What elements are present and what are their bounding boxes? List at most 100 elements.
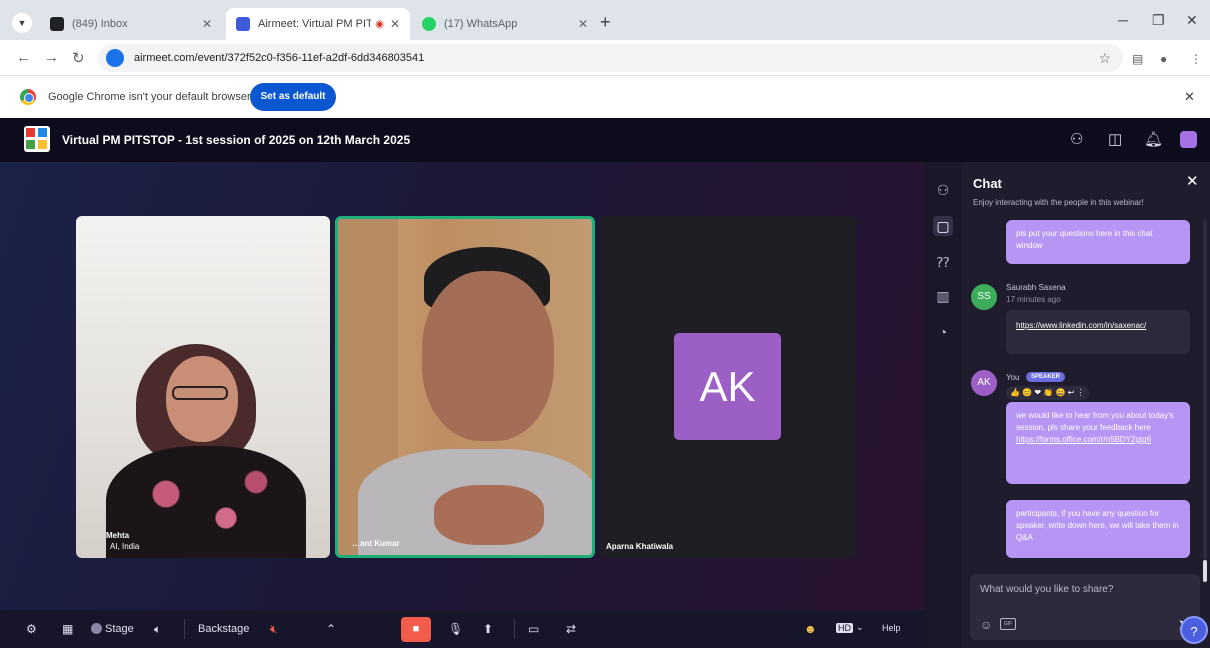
avatar[interactable]: SS	[971, 284, 997, 310]
video-tile-active-speaker[interactable]: …ant Kumar	[335, 216, 595, 558]
close-tab-icon[interactable]: ✕	[578, 17, 588, 31]
chat-message-text: we would like to hear from you about tod…	[1016, 411, 1174, 432]
address-url: airmeet.com/event/372f52c0-f356-11ef-a2d…	[134, 52, 425, 64]
quality-button[interactable]: HD	[836, 623, 853, 633]
set-as-default-button[interactable]: Set as default	[250, 83, 336, 111]
resources-icon[interactable]: ◔	[933, 322, 953, 342]
chat-message: participants, if you have any question f…	[1006, 500, 1190, 558]
gif-icon[interactable]: GIF	[1000, 618, 1016, 630]
minimize-icon[interactable]: ─	[1118, 12, 1128, 28]
backstage-button[interactable]: Backstage	[198, 623, 249, 635]
stage-button[interactable]: Stage	[105, 623, 134, 635]
backstage-muted-icon[interactable]: 🔇︎	[270, 622, 278, 637]
grid-view-icon[interactable]: ▦	[62, 622, 73, 636]
site-info-icon[interactable]	[106, 49, 124, 67]
chat-close-icon[interactable]: ✕	[1186, 172, 1199, 190]
new-tab-icon[interactable]: +	[600, 13, 611, 31]
tab-inbox[interactable]: (849) Inbox ✕	[40, 8, 222, 40]
extensions-icon[interactable]: ▤	[1132, 52, 1143, 66]
participant-org: AI, India	[110, 542, 140, 551]
people-icon[interactable]: ⚇	[933, 180, 953, 200]
chat-link[interactable]: https://www.linkedin.com/in/saxenac/	[1006, 310, 1190, 354]
chevron-up-icon[interactable]: ⌃	[326, 622, 336, 636]
emoji-icon[interactable]: ☺	[980, 618, 992, 632]
close-tab-icon[interactable]: ✕	[390, 17, 400, 31]
divider	[514, 619, 515, 639]
close-tab-icon[interactable]: ✕	[202, 17, 212, 31]
restore-icon[interactable]: ❐	[1152, 12, 1165, 29]
reload-icon[interactable]: ↻	[72, 49, 85, 67]
participant-face	[422, 271, 554, 441]
infobar-message: Google Chrome isn't your default browser	[48, 91, 251, 103]
tab-airmeet[interactable]: Airmeet: Virtual PM PITSTO ◉ ✕	[226, 8, 410, 40]
chat-sender-name: You	[1006, 373, 1020, 382]
chevron-down-icon[interactable]: ⌄	[856, 622, 864, 633]
layout-icon[interactable]: ⚙	[26, 622, 37, 636]
chat-subtitle: Enjoy interacting with the people in thi…	[973, 198, 1144, 207]
reaction-bar[interactable]: 👍 😊 ❤ 👏 😄 ↩ ⋮	[1006, 386, 1089, 400]
forward-icon[interactable]: →	[44, 49, 59, 66]
participant-name: Mehta	[106, 531, 130, 540]
recording-icon: ◉	[375, 18, 384, 30]
bookmark-star-icon[interactable]: ☆	[1098, 50, 1111, 67]
chat-input[interactable]	[980, 584, 1190, 595]
settings-sliders-icon[interactable]: ⇄	[566, 622, 576, 636]
qna-icon[interactable]: ⁇	[933, 252, 953, 272]
event-logo	[24, 126, 50, 152]
event-title: Virtual PM PITSTOP - 1st session of 2025…	[62, 133, 411, 147]
whatsapp-favicon-icon	[422, 17, 436, 31]
address-bar[interactable]: airmeet.com/event/372f52c0-f356-11ef-a2d…	[98, 44, 1123, 72]
chat-scrollbar[interactable]	[1203, 220, 1207, 582]
camera-off-button[interactable]: ■	[401, 617, 431, 642]
speaker-badge: SPEAKER	[1026, 372, 1066, 382]
participant-name: …ant Kumar	[352, 539, 400, 548]
participant-hands	[434, 485, 544, 545]
tab-whatsapp[interactable]: (17) WhatsApp ✕	[412, 8, 598, 40]
browser-tab-strip: ▼ (849) Inbox ✕ Airmeet: Virtual PM PITS…	[0, 0, 1210, 40]
polls-icon[interactable]: ▥	[933, 286, 953, 306]
help-fab-button[interactable]: ?	[1180, 616, 1208, 644]
help-button[interactable]: Help	[882, 623, 901, 633]
glasses-icon	[172, 386, 228, 400]
share-screen-icon[interactable]: ⬆	[483, 622, 493, 636]
event-header: Virtual PM PITSTOP - 1st session of 2025…	[0, 118, 1210, 162]
participant-avatar: AK	[674, 333, 781, 440]
video-tile-participant-1[interactable]: Mehta AI, India	[76, 216, 330, 558]
tab-title: Airmeet: Virtual PM PITSTO	[258, 18, 372, 30]
chat-panel: Chat Enjoy interacting with the people i…	[962, 162, 1210, 648]
chrome-logo-icon	[20, 89, 36, 105]
chat-timestamp: 17 minutes ago	[1006, 295, 1061, 304]
speaker-volume-icon[interactable]: 🔈︎	[154, 622, 161, 637]
microphone-icon[interactable]: 🎙︎	[448, 622, 463, 636]
chat-icon[interactable]: ▢	[933, 216, 953, 236]
chat-sender-name: Saurabh Saxena	[1006, 283, 1066, 292]
window-close-icon[interactable]: ✕	[1186, 12, 1198, 29]
browser-toolbar: ← → ↻ airmeet.com/event/372f52c0-f356-11…	[0, 40, 1210, 76]
gmail-favicon-icon	[50, 17, 64, 31]
tab-search-button[interactable]: ▼	[12, 13, 32, 33]
chrome-menu-icon[interactable]: ⋮	[1190, 52, 1202, 66]
tab-title: (17) WhatsApp	[444, 18, 518, 30]
chat-compose-box: ☺ GIF ➤	[970, 574, 1200, 640]
participant-name: Aparna Khatiwala	[606, 542, 674, 551]
feedback-form-link[interactable]: https://forms.office.com/r/n5BDY2gtg6	[1016, 435, 1151, 444]
captions-icon[interactable]: ▭	[528, 622, 539, 636]
avatar[interactable]: AK	[971, 370, 997, 396]
tab-title: (849) Inbox	[72, 18, 128, 30]
divider	[184, 619, 185, 639]
profile-icon[interactable]: ●	[1160, 52, 1167, 66]
people-icon[interactable]: ⚇	[1070, 130, 1083, 148]
chat-title: Chat	[973, 176, 1002, 191]
control-bar: ⚙ ▦ Stage 🔈︎ Backstage 🔇︎ ⌃ ■ 🎙︎ ⬆ ▭ ⇄ ☻…	[0, 610, 924, 648]
emoji-reactions-icon[interactable]: ☻	[804, 622, 817, 636]
default-browser-infobar: Google Chrome isn't your default browser…	[0, 76, 1210, 118]
infobar-close-icon[interactable]: ✕	[1184, 89, 1195, 105]
video-tile-camera-off[interactable]: AK Aparna Khatiwala	[600, 216, 856, 558]
activity-icon[interactable]: ◫	[1108, 130, 1122, 148]
user-avatar[interactable]	[1180, 131, 1197, 148]
stage-status-icon	[91, 623, 102, 634]
airmeet-favicon-icon	[236, 17, 250, 31]
notifications-bell-icon[interactable]: 🔔︎	[1144, 130, 1163, 148]
chat-message: we would like to hear from you about tod…	[1006, 402, 1190, 484]
back-icon[interactable]: ←	[16, 49, 31, 66]
